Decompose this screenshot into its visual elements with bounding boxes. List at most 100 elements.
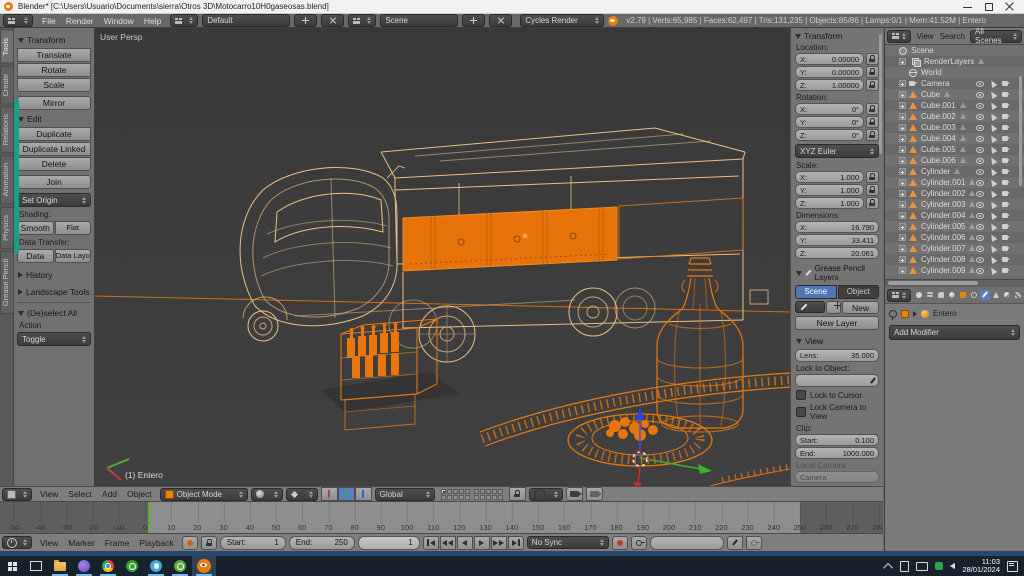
number-field[interactable]: Z:1.000: [795, 197, 864, 209]
add-screen-button[interactable]: [294, 14, 317, 27]
menu-item[interactable]: View: [913, 32, 936, 41]
hide-icon[interactable]: [976, 135, 984, 142]
selectable-icon[interactable]: [989, 80, 997, 87]
tool-button[interactable]: Duplicate Linked: [17, 142, 91, 156]
orientation-select[interactable]: Global: [375, 488, 435, 501]
number-field[interactable]: Y:0.00000: [795, 66, 864, 78]
antivirus-icon[interactable]: [935, 562, 943, 570]
tray-expand-icon[interactable]: [884, 562, 894, 572]
add-modifier-select[interactable]: Add Modifier: [889, 325, 1020, 340]
renderable-icon[interactable]: [1002, 201, 1010, 208]
next-keyframe-button[interactable]: [491, 536, 507, 550]
hide-icon[interactable]: [976, 146, 984, 153]
number-field[interactable]: Y:33.411: [795, 234, 879, 246]
outliner-row[interactable]: Cylinder.006: [885, 232, 1024, 243]
notification-icon[interactable]: [1007, 561, 1018, 572]
scene-lock-toggle[interactable]: [509, 487, 526, 501]
expand-icon[interactable]: [899, 135, 906, 142]
viewport-3d[interactable]: User Persp (1) Entero: [95, 28, 790, 486]
tool-tab[interactable]: Create: [0, 66, 14, 105]
gp-add-button[interactable]: [826, 301, 841, 314]
manipulator-translate-toggle[interactable]: [321, 487, 338, 501]
tool-tab[interactable]: Relations: [0, 106, 14, 153]
properties-tab-icon[interactable]: [991, 290, 1001, 300]
menu-item[interactable]: File: [37, 16, 61, 26]
mode-select[interactable]: Object Mode: [160, 488, 248, 501]
gp-brush-button[interactable]: [795, 301, 825, 313]
number-field[interactable]: X:0°: [795, 103, 864, 115]
hide-icon[interactable]: [976, 80, 984, 87]
properties-tab-icon[interactable]: [936, 290, 946, 300]
close-icon[interactable]: [1005, 2, 1014, 11]
cargo-panel[interactable]: [403, 198, 743, 271]
transform-header[interactable]: Transform: [795, 31, 879, 41]
green-app-button[interactable]: [168, 556, 192, 576]
deselect-panel-header[interactable]: (De)select All: [18, 308, 90, 318]
tool-button[interactable]: Data: [17, 249, 54, 263]
lock-icon[interactable]: [866, 53, 879, 65]
selectable-icon[interactable]: [989, 234, 997, 241]
gp-object-tab[interactable]: Object: [838, 285, 880, 299]
grease-pencil-header[interactable]: Grease Pencil Layers: [796, 264, 878, 282]
frame-end-field[interactable]: End:250: [289, 536, 355, 550]
hide-icon[interactable]: [976, 212, 984, 219]
renderable-icon[interactable]: [1002, 234, 1010, 241]
outliner-row[interactable]: Cylinder.001: [885, 177, 1024, 188]
menu-item[interactable]: Render: [61, 16, 99, 26]
action-select[interactable]: Toggle: [17, 332, 91, 346]
hide-icon[interactable]: [976, 190, 984, 197]
number-field[interactable]: Y:0°: [795, 116, 864, 128]
editor-type-button[interactable]: [2, 488, 32, 501]
properties-tab-icon[interactable]: [1002, 290, 1012, 300]
selectable-icon[interactable]: [989, 157, 997, 164]
delete-scene-button[interactable]: [489, 14, 512, 27]
hide-icon[interactable]: [976, 201, 984, 208]
hide-icon[interactable]: [976, 223, 984, 230]
menu-item[interactable]: Object: [122, 489, 157, 499]
editor-type-button[interactable]: [2, 536, 32, 549]
screen-browse-button[interactable]: [170, 14, 198, 27]
outliner-row[interactable]: Cylinder.008: [885, 254, 1024, 265]
expand-icon[interactable]: [899, 245, 906, 252]
tool-button[interactable]: Scale: [17, 78, 91, 92]
local-camera-field[interactable]: Camera: [795, 471, 879, 483]
renderable-icon[interactable]: [1002, 267, 1010, 274]
selectable-icon[interactable]: [989, 190, 997, 197]
hide-icon[interactable]: [976, 267, 984, 274]
scene-browse-button[interactable]: [348, 14, 376, 27]
tool-button[interactable]: Duplicate: [17, 127, 91, 141]
selectable-icon[interactable]: [989, 135, 997, 142]
minimize-icon[interactable]: [963, 2, 972, 11]
scene-field[interactable]: Scene: [380, 14, 458, 27]
mirror-button[interactable]: Mirror: [17, 96, 91, 110]
shading-select[interactable]: [251, 488, 283, 501]
expand-icon[interactable]: [899, 146, 906, 153]
layers-widget[interactable]: [441, 489, 503, 500]
render-opengl-anim-button[interactable]: [586, 487, 603, 501]
selectable-icon[interactable]: [989, 113, 997, 120]
lock-icon[interactable]: [866, 79, 879, 91]
tool-button[interactable]: Flat: [55, 221, 92, 235]
number-field[interactable]: Z:0°: [795, 129, 864, 141]
lock-object-field[interactable]: [795, 374, 879, 387]
menu-item[interactable]: Add: [97, 489, 122, 499]
renderable-icon[interactable]: [1002, 135, 1010, 142]
hide-icon[interactable]: [976, 179, 984, 186]
properties-tab-icon[interactable]: [969, 290, 979, 300]
outliner-scrollbar[interactable]: [1019, 76, 1022, 186]
expand-icon[interactable]: [899, 168, 906, 175]
prev-keyframe-button[interactable]: [440, 536, 456, 550]
number-field[interactable]: Start:0.100: [795, 434, 879, 446]
chrome-button[interactable]: [96, 556, 120, 576]
tool-tab[interactable]: Tools: [0, 30, 14, 64]
lock-icon[interactable]: [866, 116, 879, 128]
hide-icon[interactable]: [976, 256, 984, 263]
timeline-ruler[interactable]: -50-40-30-20-100102030405060708090100110…: [0, 502, 883, 534]
renderable-icon[interactable]: [1002, 157, 1010, 164]
outliner-row[interactable]: Cube.002: [885, 111, 1024, 122]
taskbar-clock[interactable]: 11:03 28/01/2024: [962, 558, 1000, 574]
menu-item[interactable]: Help: [139, 16, 166, 26]
selectable-icon[interactable]: [989, 201, 997, 208]
editor-type-button[interactable]: [887, 30, 911, 43]
render-engine-select[interactable]: Cycles Render: [520, 14, 604, 27]
